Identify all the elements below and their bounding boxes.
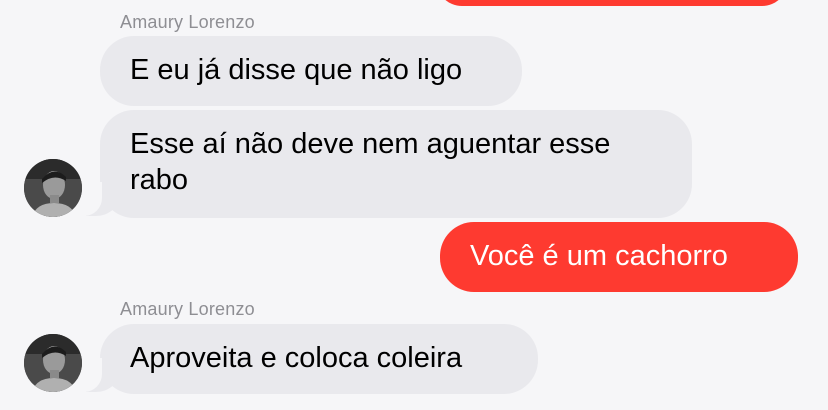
avatar[interactable]: [24, 334, 82, 392]
outgoing-message-bubble-partial[interactable]: [436, 0, 788, 6]
sender-name: Amaury Lorenzo: [120, 299, 255, 319]
avatar[interactable]: [24, 159, 82, 217]
incoming-message-bubble[interactable]: Esse aí não deve nem aguentar esse rabo: [100, 110, 692, 218]
incoming-message-bubble[interactable]: Aproveita e coloca coleira: [100, 324, 538, 394]
chat-thread: Amaury Lorenzo E eu já disse que não lig…: [0, 0, 828, 410]
incoming-message-bubble[interactable]: E eu já disse que não ligo: [100, 36, 522, 106]
person-photo-icon: [24, 334, 82, 392]
sender-name: Amaury Lorenzo: [120, 12, 255, 32]
person-photo-icon: [24, 159, 82, 217]
outgoing-message-bubble[interactable]: Você é um cachorro: [440, 222, 798, 292]
